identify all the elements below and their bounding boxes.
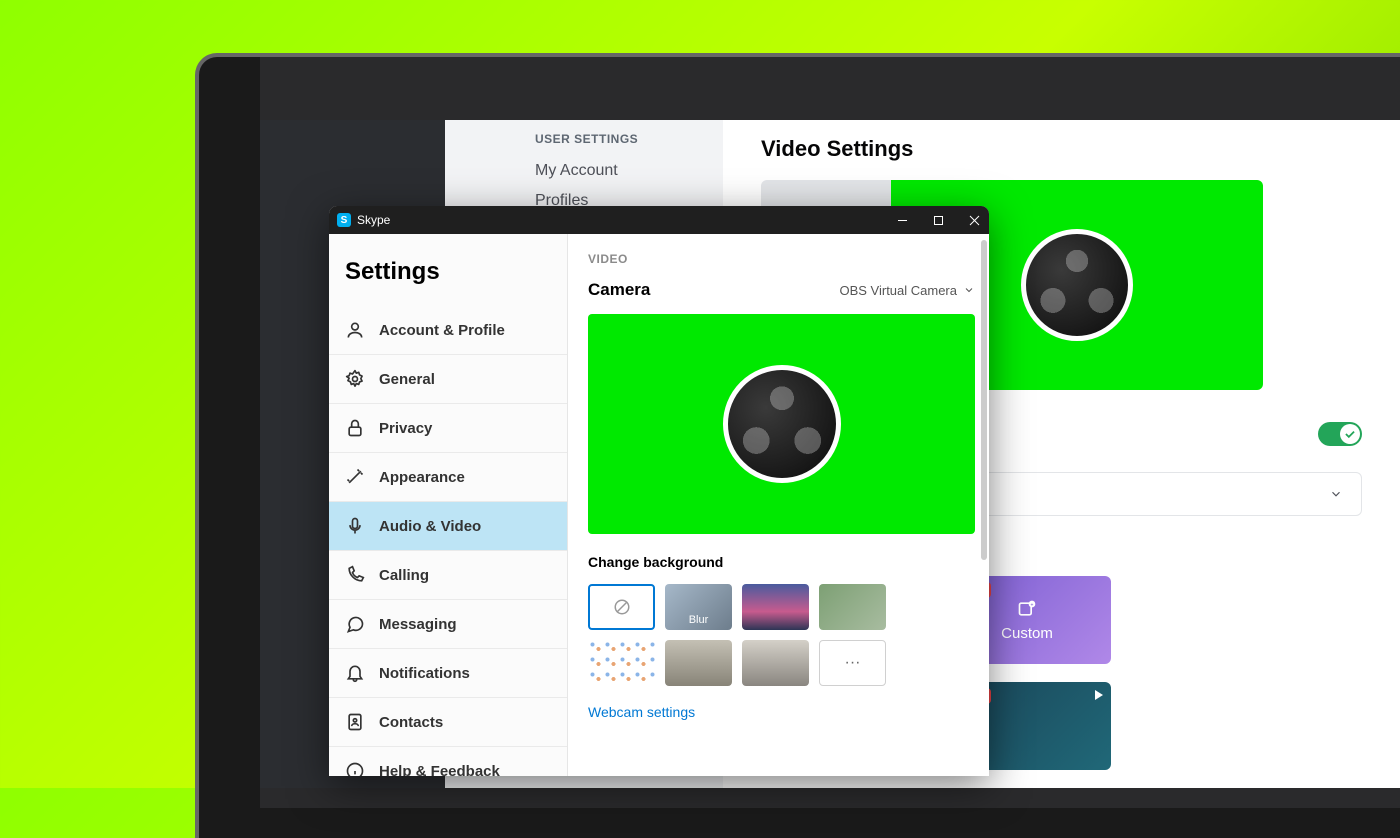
sidebar-item-privacy[interactable]: Privacy: [329, 404, 567, 453]
bg-option-room1[interactable]: [665, 640, 732, 686]
discord-main-title: Video Settings: [761, 136, 1362, 162]
video-section-header: VIDEO: [588, 252, 975, 266]
camera-selected-value: OBS Virtual Camera: [839, 283, 957, 298]
bg-option-more[interactable]: ···: [819, 640, 886, 686]
camera-select-dropdown[interactable]: OBS Virtual Camera: [839, 283, 975, 298]
sidebar-label: Contacts: [379, 714, 443, 731]
sidebar-label: Appearance: [379, 469, 465, 486]
contacts-icon: [345, 712, 365, 732]
sidebar-item-audio-video[interactable]: Audio & Video: [329, 502, 567, 551]
sidebar-item-calling[interactable]: Calling: [329, 551, 567, 600]
user-icon: [345, 320, 365, 340]
chevron-down-icon: [963, 284, 975, 296]
change-background-label: Change background: [588, 554, 975, 570]
bg-option-none[interactable]: [588, 584, 655, 630]
bg-option-mountain[interactable]: [742, 584, 809, 630]
minimize-button[interactable]: [895, 213, 909, 227]
sidebar-label: Notifications: [379, 665, 470, 682]
bell-icon: [345, 663, 365, 683]
sidebar-label: Privacy: [379, 420, 432, 437]
skype-app-icon: S: [337, 213, 351, 227]
gear-icon: [345, 369, 365, 389]
sidebar-item-appearance[interactable]: Appearance: [329, 453, 567, 502]
no-bg-icon: [613, 598, 631, 616]
mic-icon: [345, 516, 365, 536]
sidebar-label: Audio & Video: [379, 518, 481, 535]
skype-window-title: Skype: [357, 213, 895, 227]
obs-logo-icon: [1021, 229, 1133, 341]
skype-settings-sidebar: Settings Account & Profile General Priva…: [329, 234, 568, 776]
discord-sidebar-my-account[interactable]: My Account: [445, 156, 723, 186]
sidebar-label: Help & Feedback: [379, 763, 500, 777]
info-icon: [345, 761, 365, 776]
sidebar-item-messaging[interactable]: Messaging: [329, 600, 567, 649]
settings-title: Settings: [329, 234, 567, 306]
sidebar-item-account-profile[interactable]: Account & Profile: [329, 306, 567, 355]
lock-icon: [345, 418, 365, 438]
sidebar-label: Account & Profile: [379, 322, 505, 339]
skype-main-panel: VIDEO Camera OBS Virtual Camera Change b…: [568, 234, 989, 776]
discord-section-header: USER SETTINGS: [445, 132, 723, 156]
bg-option-pattern[interactable]: [588, 640, 655, 686]
wand-icon: [345, 467, 365, 487]
skype-camera-preview: [588, 314, 975, 534]
phone-icon: [345, 565, 365, 585]
skype-titlebar[interactable]: S Skype: [329, 206, 989, 234]
sidebar-item-contacts[interactable]: Contacts: [329, 698, 567, 747]
bg-option-room2[interactable]: [742, 640, 809, 686]
sidebar-label: General: [379, 371, 435, 388]
sidebar-item-help-feedback[interactable]: Help & Feedback: [329, 747, 567, 776]
custom-label: Custom: [1001, 625, 1053, 642]
skype-window: S Skype Settings Account & Profile Gener…: [329, 206, 989, 776]
webcam-settings-link[interactable]: Webcam settings: [588, 704, 975, 720]
sidebar-label: Calling: [379, 567, 429, 584]
sidebar-item-general[interactable]: General: [329, 355, 567, 404]
play-icon: [1095, 690, 1103, 700]
image-add-icon: +: [1017, 599, 1037, 619]
camera-label: Camera: [588, 280, 650, 300]
chevron-down-icon: [1329, 487, 1343, 501]
sidebar-item-notifications[interactable]: Notifications: [329, 649, 567, 698]
bg-option-blur[interactable]: Blur: [665, 584, 732, 630]
discord-video-toggle[interactable]: [1318, 422, 1362, 446]
chat-icon: [345, 614, 365, 634]
close-button[interactable]: [967, 213, 981, 227]
scrollbar[interactable]: [981, 240, 987, 560]
sidebar-label: Messaging: [379, 616, 457, 633]
bg-option-office[interactable]: [819, 584, 886, 630]
obs-logo-icon: [723, 365, 841, 483]
svg-text:+: +: [1031, 602, 1034, 608]
background-options-grid: Blur ···: [588, 584, 975, 686]
maximize-button[interactable]: [931, 213, 945, 227]
